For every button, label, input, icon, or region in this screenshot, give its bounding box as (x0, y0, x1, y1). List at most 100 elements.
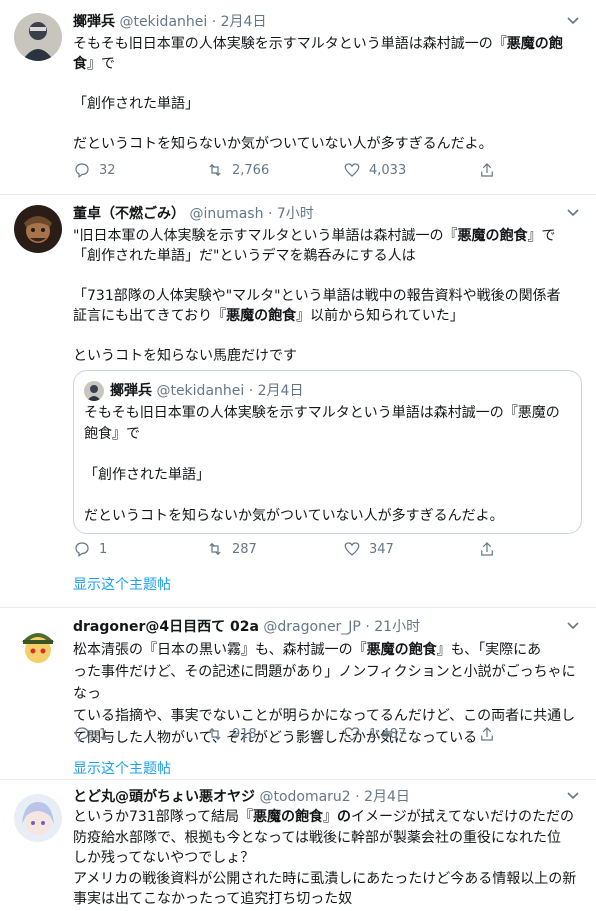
retweet-button[interactable]: 287 (206, 539, 257, 559)
text-line: 「創作された単語」だ"というデマを鵜呑みにする人は (73, 246, 580, 266)
retweet-icon (209, 542, 221, 556)
author-handle[interactable]: @todomaru2 (259, 789, 350, 805)
text-segment: ている指摘や、事実でないことが明らかになってるんだけど、この両者に共通し (73, 708, 576, 724)
show-thread-link[interactable]: 显示这个主题帖 (73, 758, 171, 778)
author-handle[interactable]: @inumash (189, 206, 263, 222)
quoted-author-handle: @tekidanhei (156, 383, 245, 399)
text-segment: しか残ってないやつでしょ？ (73, 850, 255, 866)
text-segment: 防疫給水部隊で、根拠も今となっては戦後に幹部が製薬会社の重役になれた位 (73, 829, 562, 846)
text-segment: 飽食』で (84, 425, 140, 442)
like-count: 4,033 (369, 162, 407, 178)
bold-text: の (337, 809, 352, 825)
text-segment: 』も、「実際にあ (436, 642, 542, 658)
like-count: 1,487 (369, 726, 407, 742)
text-line: アメリカの戦後資料が公開された時に虱潰しにあたったけど今ある情報以上の新 (73, 869, 580, 890)
chevron-down-icon[interactable] (566, 618, 580, 632)
text-segment: そもそも旧日本軍の人体実験を示すマルタという単語は森村誠一の『 (73, 36, 507, 52)
reply-icon (75, 727, 89, 742)
tweet-4[interactable]: とど丸@頭がちょい悪オヤジ @todomaru2 · 2月4日 というか731部… (0, 780, 596, 911)
text-segment: 』 (323, 809, 338, 825)
author-name[interactable]: dragoner@4日目西て 02a (73, 619, 259, 635)
avatar[interactable] (14, 622, 62, 670)
author-name[interactable]: 擲弾兵 (73, 14, 115, 30)
share-button[interactable] (478, 160, 504, 180)
avatar (84, 381, 104, 401)
avatar[interactable] (14, 205, 62, 253)
tweet-text: そもそも旧日本軍の人体実験を示すマルタという単語は森村誠一の『悪魔の飽 食』で 「… (73, 34, 580, 154)
quoted-timestamp: 2月4日 (257, 383, 304, 399)
tweet-3[interactable]: dragoner@4日目西て 02a @dragoner_JP · 21小时 松… (0, 608, 596, 780)
retweet-icon (209, 163, 221, 177)
share-button[interactable] (478, 724, 504, 744)
text-line: 「731部隊の人体実験や"マルタ"という単語は戦中の報告資料や戦後の関係者 (73, 286, 580, 306)
like-button[interactable]: 347 (343, 539, 394, 559)
share-icon (481, 542, 493, 556)
bold-text: 食 (73, 56, 87, 72)
timestamp[interactable]: 2月4日 (364, 789, 410, 805)
text-segment: だというコトを知らないか気がついていない人が多すぎるんだよ。 (73, 136, 493, 152)
reply-button[interactable]: 32 (73, 160, 116, 180)
text-line: そもそも旧日本軍の人体実験を示すマルタという単語は森村誠一の『悪魔の飽 (73, 34, 580, 54)
retweet-icon (209, 727, 221, 741)
avatar[interactable] (14, 13, 62, 61)
author-name[interactable]: とど丸@頭がちょい悪オヤジ (73, 789, 255, 805)
text-segment: 事実は出てこなかったって追究打ち切った奴 (73, 891, 353, 907)
author-handle[interactable]: @tekidanhei (119, 14, 207, 30)
reply-count: 32 (99, 162, 116, 178)
text-line (84, 444, 571, 465)
separator: · (248, 383, 254, 399)
text-line (73, 266, 580, 286)
tweet-2[interactable]: 董卓（不燃ごみ） @inumash · 7小时 "旧日本軍の人体実験を示すマルタ… (0, 195, 596, 608)
tweet-text: というか731部隊って結局『悪魔の飽食』のイメージが拭えてないだけのただの 防疫給… (73, 807, 580, 910)
text-segment: 松本清張の『日本の黒い霧』も、森村誠一の『 (73, 642, 367, 658)
bold-text: 悪魔の飽食 (366, 642, 437, 658)
chevron-down-icon[interactable] (566, 13, 580, 27)
avatar[interactable] (14, 794, 62, 842)
retweet-button[interactable]: 2,766 (206, 160, 269, 180)
retweet-count: 287 (232, 541, 257, 557)
chevron-down-icon[interactable] (566, 205, 580, 219)
share-button[interactable] (478, 539, 504, 559)
text-line: だというコトを知らないか気がついていない人が多すぎるんだよ。 (84, 506, 571, 527)
text-segment: 「創作された単語」だ"というデマを鵜呑みにする人は (73, 248, 416, 264)
text-line (73, 326, 580, 346)
reply-button[interactable]: 1 (73, 724, 107, 744)
text-segment: 』で (87, 56, 115, 72)
text-segment: そもそも旧日本軍の人体実験を示すマルタという単語は森村誠一の『悪魔の (84, 405, 560, 421)
like-icon (344, 163, 360, 177)
share-icon (481, 727, 493, 741)
text-segment: 「731部隊の人体実験や"マルタ"という単語は戦中の報告資料や戦後の関係者 (73, 288, 561, 304)
separator: · (211, 14, 217, 30)
text-line: 飽食』で (84, 424, 571, 445)
quoted-text: そもそも旧日本軍の人体実験を示すマルタという単語は森村誠一の『悪魔の 飽食』で 「… (84, 403, 571, 526)
like-count: 347 (369, 541, 394, 557)
reply-count: 1 (99, 541, 108, 557)
quoted-tweet[interactable]: 擲弾兵 @tekidanhei · 2月4日 そもそも旧日本軍の人体実験を示すマ… (73, 370, 582, 534)
retweet-button[interactable]: 918 (206, 724, 257, 744)
text-segment: った事件だけど、その記述に問題があり」ノンフィクションと小説がごっちゃになっ (73, 664, 576, 702)
timestamp[interactable]: 21小时 (374, 619, 420, 635)
show-thread-link[interactable]: 显示这个主题帖 (73, 574, 171, 594)
text-line: しか残ってないやつでしょ？ (73, 848, 580, 869)
separator: · (267, 206, 273, 222)
tweet-1[interactable]: 擲弾兵 @tekidanhei · 2月4日 そもそも旧日本軍の人体実験を示すマ… (0, 0, 596, 195)
text-line (73, 74, 580, 94)
reply-button[interactable]: 1 (73, 539, 107, 559)
text-segment: 証言にも出てきており『 (73, 308, 227, 324)
author-name[interactable]: 董卓（不燃ごみ） (73, 206, 185, 222)
text-segment: イメージが拭えてないだけのただの (351, 809, 575, 825)
like-button[interactable]: 1,487 (343, 724, 406, 744)
timestamp[interactable]: 2月4日 (221, 14, 267, 30)
text-line: というコトを知らない馬鹿だけです (73, 346, 580, 366)
author-handle[interactable]: @dragoner_JP (263, 619, 361, 635)
text-segment: "旧日本軍の人体実験を示すマルタという単語は森村誠一の『 (73, 228, 458, 244)
chevron-down-icon[interactable] (566, 788, 580, 802)
text-line: "旧日本軍の人体実験を示すマルタという単語は森村誠一の『悪魔の飽食』で (73, 226, 580, 246)
text-line: 「創作された単語」 (84, 465, 571, 486)
text-line (73, 114, 580, 134)
like-icon (344, 727, 360, 741)
text-line: 証言にも出てきており『悪魔の飽食』以前から知られていた」 (73, 306, 580, 326)
like-button[interactable]: 4,033 (343, 160, 406, 180)
text-segment: 「創作された単語」 (84, 466, 210, 483)
timestamp[interactable]: 7小时 (277, 206, 314, 222)
